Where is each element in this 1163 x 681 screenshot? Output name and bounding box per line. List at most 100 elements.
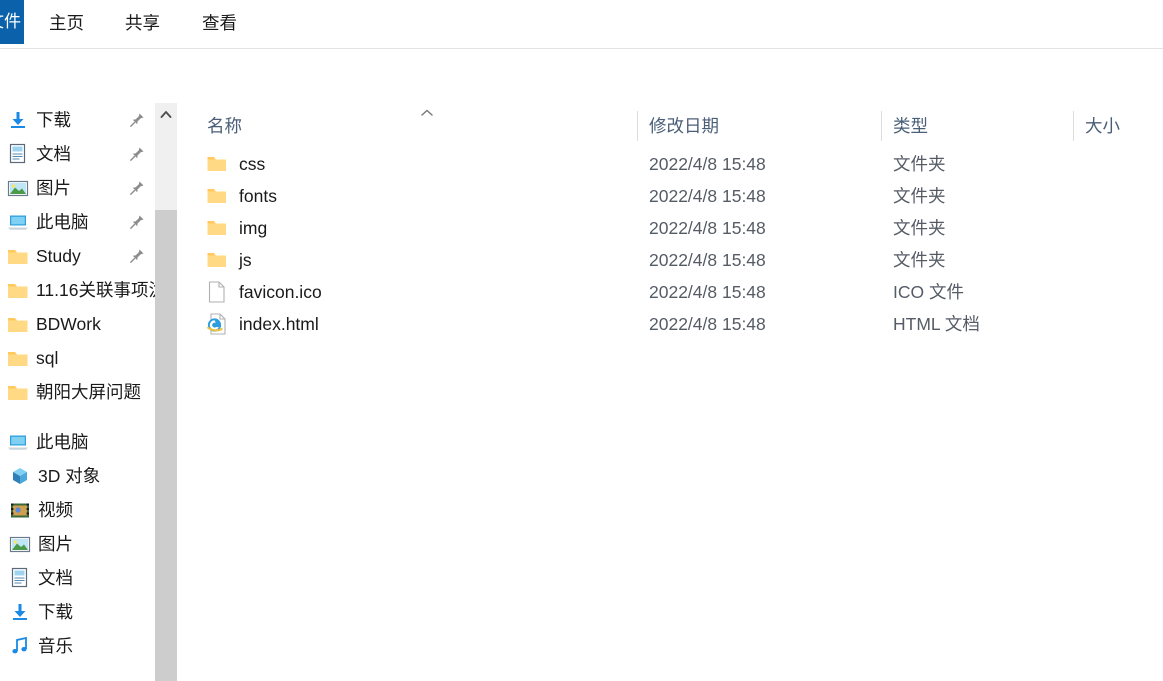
folder-icon bbox=[6, 313, 30, 335]
tab-share[interactable]: 共享 bbox=[114, 0, 171, 44]
sidebar-item-label: 图片 bbox=[38, 534, 73, 554]
table-row[interactable]: css 2022/4/8 15:48 文件夹 bbox=[177, 148, 1163, 180]
sidebar-item-label: 此电脑 bbox=[36, 432, 89, 452]
column-divider[interactable] bbox=[637, 111, 638, 141]
tab-view[interactable]: 查看 bbox=[191, 0, 248, 44]
downloads-icon bbox=[6, 109, 30, 131]
navigation-pane-scrollbar[interactable] bbox=[155, 103, 177, 681]
sidebar-item-pictures[interactable]: 图片 bbox=[0, 171, 155, 205]
tab-file[interactable]: 文件 bbox=[0, 0, 24, 44]
sidebar-item-label: sql bbox=[36, 348, 59, 368]
blank-file-icon bbox=[207, 280, 227, 304]
videos-icon bbox=[8, 499, 32, 521]
sidebar-item-label: 朝阳大屏问题 bbox=[36, 382, 141, 402]
music-icon bbox=[8, 635, 32, 657]
sidebar-item-label: 文档 bbox=[36, 144, 71, 164]
file-date: 2022/4/8 15:48 bbox=[649, 154, 766, 174]
table-row[interactable]: favicon.ico 2022/4/8 15:48 ICO 文件 bbox=[177, 276, 1163, 308]
sidebar-item-label: 11.16关联事项泷 bbox=[36, 280, 155, 300]
folder-icon bbox=[6, 279, 30, 301]
scroll-up-button[interactable] bbox=[155, 103, 177, 125]
table-row[interactable]: fonts 2022/4/8 15:48 文件夹 bbox=[177, 180, 1163, 212]
file-date: 2022/4/8 15:48 bbox=[649, 250, 766, 270]
sort-ascending-icon bbox=[420, 105, 434, 116]
ribbon-tab-strip: 文件 主页 共享 查看 bbox=[0, 0, 1163, 49]
3d-objects-icon bbox=[8, 465, 32, 487]
file-name-cell[interactable]: fonts bbox=[207, 180, 277, 212]
sidebar-item-sql[interactable]: sql bbox=[0, 341, 155, 375]
sidebar-item-3d-objects[interactable]: 3D 对象 bbox=[0, 459, 155, 493]
pin-icon[interactable] bbox=[129, 146, 145, 162]
folder-icon bbox=[207, 248, 227, 272]
file-name-cell[interactable]: css bbox=[207, 148, 265, 180]
sidebar-item-downloads[interactable]: 下载 bbox=[0, 103, 155, 137]
pin-icon[interactable] bbox=[129, 112, 145, 128]
file-date: 2022/4/8 15:48 bbox=[649, 218, 766, 238]
file-list-pane[interactable]: 名称 修改日期 类型 大小 css 2022/4/8 15:48 文件夹 fon… bbox=[177, 103, 1163, 681]
scrollbar-track-upper[interactable] bbox=[155, 125, 177, 210]
sidebar-item-label: BDWork bbox=[36, 314, 101, 334]
column-header-date-modified[interactable]: 修改日期 bbox=[649, 103, 719, 148]
sidebar-item-label: 3D 对象 bbox=[38, 466, 101, 486]
pin-icon[interactable] bbox=[129, 214, 145, 230]
table-row[interactable]: js 2022/4/8 15:48 文件夹 bbox=[177, 244, 1163, 276]
pictures-icon bbox=[6, 177, 30, 199]
sidebar-item-pictures-pc[interactable]: 图片 bbox=[0, 527, 155, 561]
sidebar-item-11-16-related[interactable]: 11.16关联事项泷 bbox=[0, 273, 155, 307]
pin-icon[interactable] bbox=[129, 248, 145, 264]
file-name-cell[interactable]: img bbox=[207, 212, 267, 244]
sidebar-item-label: 音乐 bbox=[38, 636, 73, 656]
sidebar-item-label: 下载 bbox=[36, 110, 71, 130]
file-name: img bbox=[239, 218, 268, 238]
file-name-cell[interactable]: favicon.ico bbox=[207, 276, 322, 308]
sidebar-item-label: 此电脑 bbox=[36, 212, 89, 232]
column-header-size[interactable]: 大小 bbox=[1085, 103, 1120, 148]
navigation-pane[interactable]: 下载 文档 图片 此电脑 Study 11.16关联事项泷 BDWork sql… bbox=[0, 103, 155, 681]
table-row[interactable]: index.html 2022/4/8 15:48 HTML 文档 bbox=[177, 308, 1163, 340]
file-name-cell[interactable]: index.html bbox=[207, 308, 319, 340]
file-name-cell[interactable]: js bbox=[207, 244, 252, 276]
folder-icon bbox=[6, 381, 30, 403]
sidebar-item-documents-pc[interactable]: 文档 bbox=[0, 561, 155, 595]
sidebar-item-label: 视频 bbox=[38, 500, 73, 520]
this-pc-icon bbox=[6, 211, 30, 233]
internet-explorer-icon bbox=[207, 312, 227, 336]
sidebar-item-documents[interactable]: 文档 bbox=[0, 137, 155, 171]
file-date: 2022/4/8 15:48 bbox=[649, 282, 766, 302]
file-name: fonts bbox=[239, 186, 277, 206]
file-type: 文件夹 bbox=[893, 186, 946, 206]
sidebar-item-label: Study bbox=[36, 246, 81, 266]
tab-home[interactable]: 主页 bbox=[38, 0, 95, 44]
address-toolbar: 此电脑 新加卷 (D:) IdeaWord LPP bbox=[0, 49, 1163, 145]
pin-icon[interactable] bbox=[129, 180, 145, 196]
file-type: ICO 文件 bbox=[893, 282, 964, 302]
folder-icon bbox=[6, 347, 30, 369]
sidebar-item-chaoyang-screen-issue[interactable]: 朝阳大屏问题 bbox=[0, 375, 155, 409]
sidebar-item-videos[interactable]: 视频 bbox=[0, 493, 155, 527]
column-header-type[interactable]: 类型 bbox=[893, 103, 928, 148]
scrollbar-thumb[interactable] bbox=[155, 210, 177, 681]
sidebar-item-downloads-pc[interactable]: 下载 bbox=[0, 595, 155, 629]
sidebar-item-label: 图片 bbox=[36, 178, 71, 198]
folder-icon bbox=[207, 152, 227, 176]
sidebar-item-this-pc[interactable]: 此电脑 bbox=[0, 425, 155, 459]
sidebar-item-music[interactable]: 音乐 bbox=[0, 629, 155, 663]
sidebar-item-this-pc-quick[interactable]: 此电脑 bbox=[0, 205, 155, 239]
chevron-up-icon bbox=[160, 110, 172, 118]
column-divider[interactable] bbox=[1073, 111, 1074, 141]
file-type: 文件夹 bbox=[893, 250, 946, 270]
pictures-icon bbox=[8, 533, 32, 555]
file-name: favicon.ico bbox=[239, 282, 322, 302]
sidebar-item-bdwork[interactable]: BDWork bbox=[0, 307, 155, 341]
file-type: 文件夹 bbox=[893, 218, 946, 238]
table-row[interactable]: img 2022/4/8 15:48 文件夹 bbox=[177, 212, 1163, 244]
downloads-icon bbox=[8, 601, 32, 623]
folder-icon bbox=[6, 245, 30, 267]
column-header-name[interactable]: 名称 bbox=[207, 103, 242, 148]
file-type: 文件夹 bbox=[893, 154, 946, 174]
sidebar-item-study[interactable]: Study bbox=[0, 239, 155, 273]
sidebar-section-gap bbox=[0, 409, 155, 425]
file-type: HTML 文档 bbox=[893, 314, 980, 334]
column-divider[interactable] bbox=[881, 111, 882, 141]
folder-icon bbox=[207, 184, 227, 208]
